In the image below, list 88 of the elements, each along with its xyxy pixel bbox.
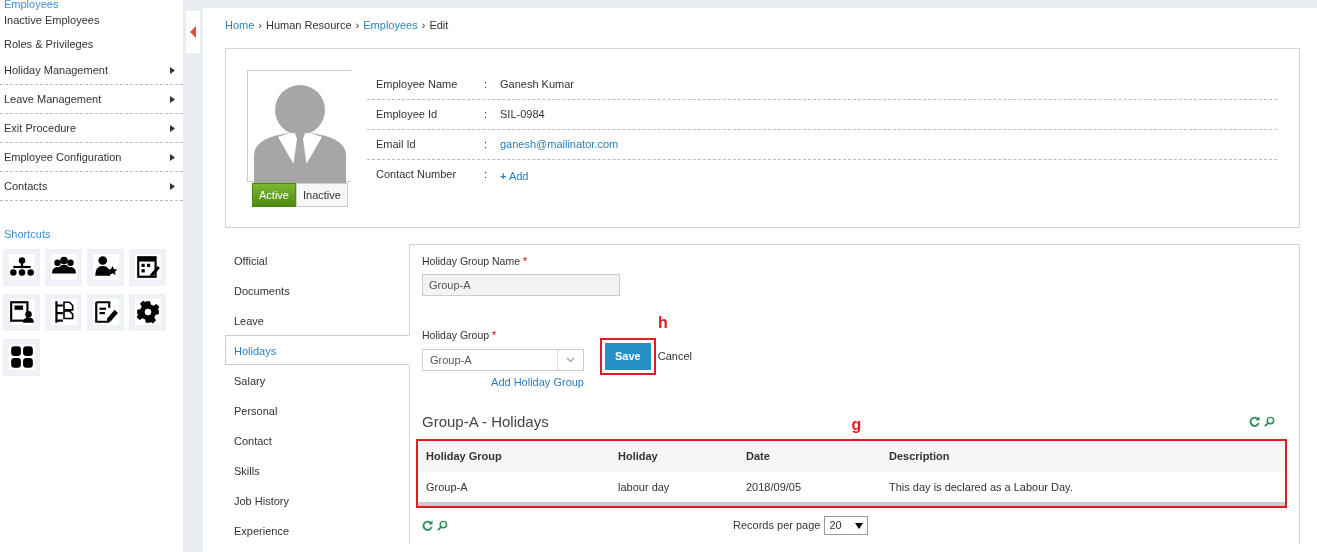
field-label: Contact Number xyxy=(376,167,458,183)
field-colon: : xyxy=(484,167,489,183)
profile-tab[interactable]: Holidays xyxy=(225,334,410,365)
grid-icon xyxy=(8,344,35,370)
profile-tab[interactable]: Official xyxy=(225,244,409,275)
gear-icon xyxy=(134,299,161,325)
shortcut-button[interactable] xyxy=(45,248,82,286)
menu-label: Contacts xyxy=(4,178,48,194)
sidebar-link[interactable]: Employees xyxy=(0,0,183,8)
email-link[interactable]: ganesh@mailinator.com xyxy=(500,135,619,153)
chevron-down-icon xyxy=(566,357,575,363)
column-header: Description xyxy=(881,441,1285,472)
shortcut-button[interactable] xyxy=(87,293,124,331)
caret-icon xyxy=(170,66,175,74)
add-holiday-group-link[interactable]: Add Holiday Group xyxy=(422,374,584,391)
profile-tab[interactable]: Skills xyxy=(225,454,409,485)
breadcrumb-separator: › xyxy=(421,18,426,33)
table-cell: labour day xyxy=(610,471,738,504)
menu-label: Holiday Management xyxy=(4,62,108,78)
menu-label: Employee Configuration xyxy=(4,149,122,165)
sidebar-item[interactable]: Roles & Privileges xyxy=(0,32,183,56)
document-edit-icon xyxy=(92,299,119,325)
collapse-tab[interactable] xyxy=(186,11,200,53)
caret-icon xyxy=(855,523,864,530)
profile-tab[interactable]: Experience xyxy=(225,514,409,545)
breadcrumb-separator: › xyxy=(355,18,360,33)
shortcut-button[interactable] xyxy=(3,248,40,286)
records-label: Records per page xyxy=(733,518,821,533)
caret-icon xyxy=(170,182,175,190)
shortcut-button[interactable] xyxy=(129,248,166,286)
caret-icon xyxy=(170,153,175,161)
shortcut-button[interactable] xyxy=(3,338,40,376)
annotation-label: g xyxy=(851,417,862,433)
breadcrumb-text: Human Resource xyxy=(266,18,352,33)
column-header: Date xyxy=(738,441,881,472)
id-card-user-icon xyxy=(8,299,35,325)
search-icon[interactable] xyxy=(437,519,448,531)
field-colon: : xyxy=(484,106,489,122)
field-label: Employee Id xyxy=(376,106,439,122)
menu-label: Exit Procedure xyxy=(4,120,77,136)
select-field[interactable]: Group-A xyxy=(422,349,584,371)
breadcrumb-separator: › xyxy=(258,18,262,33)
caret-icon xyxy=(170,95,175,103)
select-value: Group-A xyxy=(430,352,472,368)
annotation-label: h xyxy=(657,315,668,332)
table-title: Group-A - Holidays xyxy=(422,411,549,432)
refresh-icon[interactable] xyxy=(422,519,433,531)
people-group-icon xyxy=(50,254,77,280)
caret-icon xyxy=(170,124,175,132)
save-button[interactable]: Save xyxy=(605,343,651,370)
table-cell: 2018/09/05 xyxy=(738,471,881,504)
table-cell: Group-A xyxy=(418,471,610,504)
menu-label: Leave Management xyxy=(4,91,102,107)
field-label: Holiday Group * xyxy=(422,328,498,344)
add-link[interactable]: + Add xyxy=(500,168,529,185)
field-value: SIL-0984 xyxy=(500,106,545,122)
breadcrumb-link[interactable]: Employees xyxy=(363,17,418,34)
profile-tab[interactable]: Leave xyxy=(225,304,409,335)
profile-tab[interactable]: Contact xyxy=(225,424,409,455)
profile-tab[interactable]: Job History xyxy=(225,484,409,515)
field-colon: : xyxy=(484,76,489,92)
profile-tab[interactable]: Documents xyxy=(225,274,409,305)
field-value: Ganesh Kumar xyxy=(500,76,574,92)
breadcrumb-link[interactable]: Home xyxy=(225,17,255,34)
field-label: Holiday Group Name * xyxy=(422,253,529,269)
cancel-button[interactable]: Cancel xyxy=(655,348,694,365)
profile-tab[interactable]: Salary xyxy=(225,364,409,395)
field-label: Employee Name xyxy=(376,76,459,92)
field-label: Email Id xyxy=(376,136,417,152)
select-value: 20 xyxy=(829,518,842,533)
caret-icon xyxy=(190,26,196,38)
shortcut-button[interactable] xyxy=(45,293,82,331)
table-cell: This day is declared as a Labour Day. xyxy=(881,471,1285,504)
records-select[interactable]: 20 xyxy=(824,516,869,535)
profile-tab[interactable]: Personal xyxy=(225,394,409,425)
shortcut-button[interactable] xyxy=(87,248,124,286)
shortcuts-title: Shortcuts xyxy=(4,227,52,242)
refresh-icon[interactable] xyxy=(1249,416,1260,428)
field-colon: : xyxy=(484,136,489,152)
column-header: Holiday Group xyxy=(418,441,610,472)
breadcrumb-text: Edit xyxy=(429,18,449,33)
search-icon[interactable] xyxy=(1264,416,1275,428)
shortcut-button[interactable] xyxy=(3,293,40,331)
org-chart-icon xyxy=(8,254,35,280)
shortcut-button[interactable] xyxy=(129,293,166,331)
calendar-edit-icon xyxy=(134,254,161,280)
column-header: Holiday xyxy=(610,441,738,472)
file-tree-icon xyxy=(50,299,77,325)
